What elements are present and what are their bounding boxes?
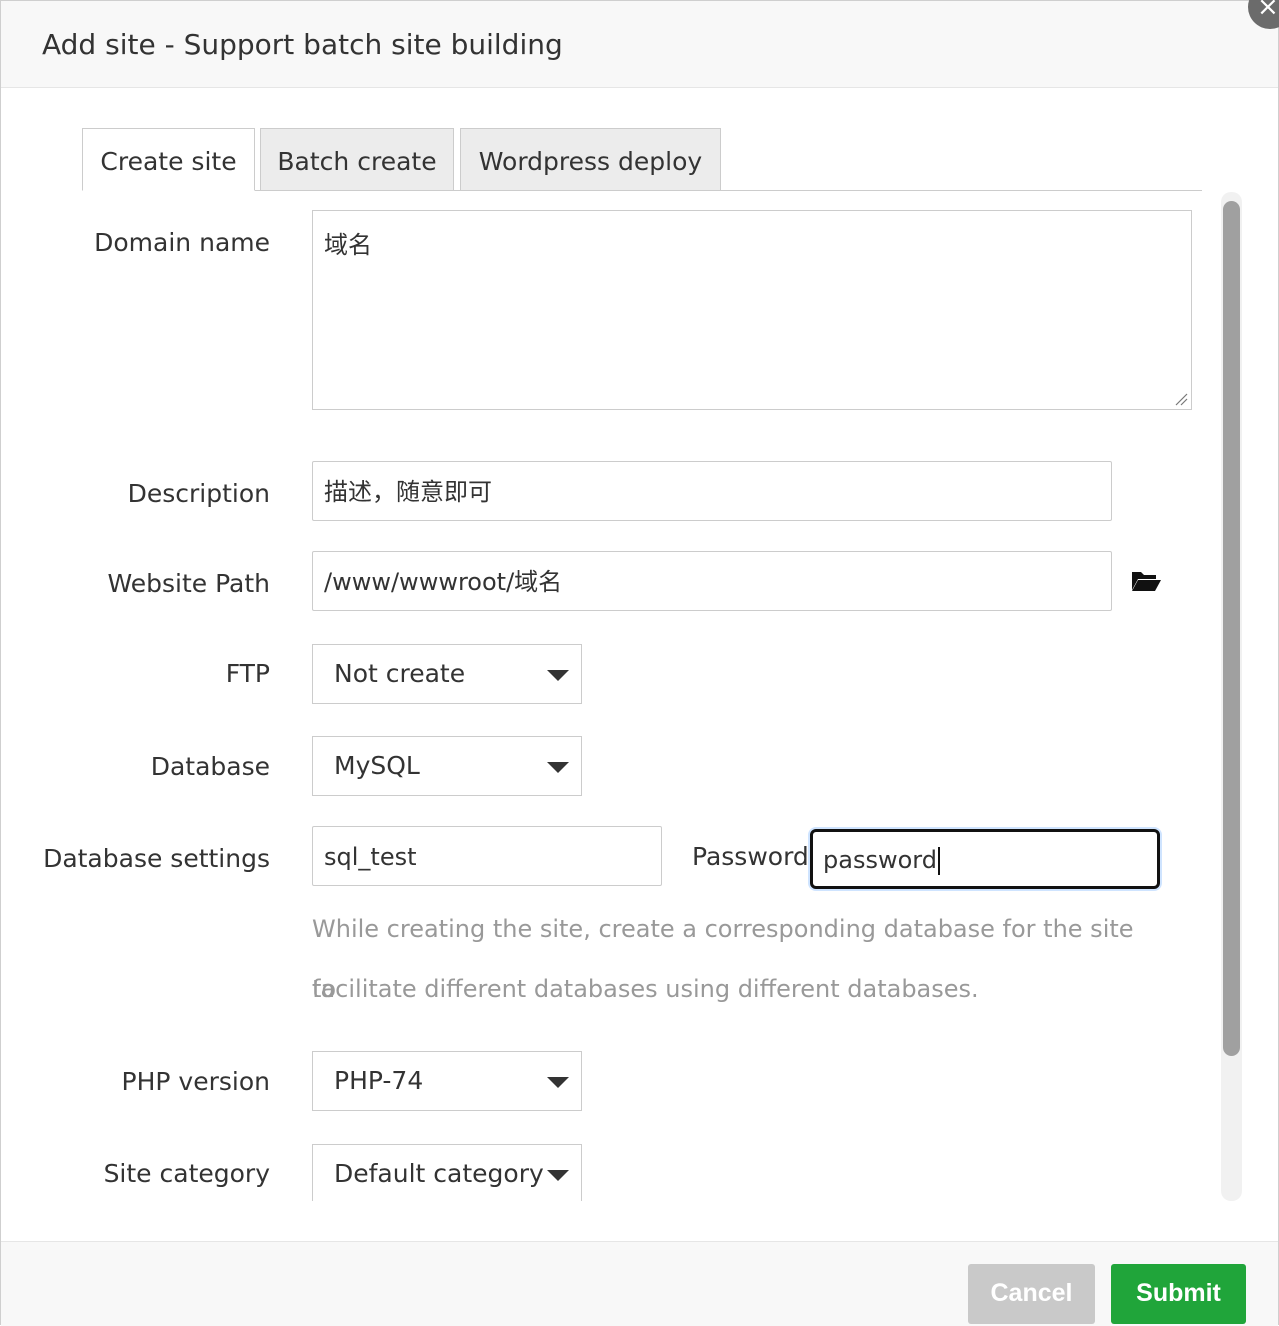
scrollbar-thumb[interactable]: [1223, 201, 1240, 1056]
chevron-down-icon: [547, 670, 569, 681]
password-label: Password: [692, 842, 809, 871]
password-value: password: [823, 846, 937, 874]
domain-name-textarea[interactable]: 域名: [312, 210, 1192, 410]
database-settings-label: Database settings: [43, 844, 270, 873]
password-input[interactable]: password: [810, 829, 1160, 889]
tab-create-site[interactable]: Create site: [82, 128, 255, 191]
dialog-title: Add site - Support batch site building: [42, 28, 563, 61]
domain-name-label: Domain name: [94, 228, 270, 257]
site-category-label: Site category: [103, 1159, 270, 1188]
site-category-select[interactable]: Default category: [312, 1144, 582, 1201]
php-version-label: PHP version: [121, 1067, 270, 1096]
tab-batch-create[interactable]: Batch create: [260, 128, 454, 191]
dialog-header: Add site - Support batch site building: [1, 1, 1278, 88]
text-caret: [937, 847, 940, 875]
website-path-label: Website Path: [107, 569, 270, 598]
tab-wordpress-deploy[interactable]: Wordpress deploy: [460, 128, 721, 191]
chevron-down-icon: [547, 1077, 569, 1088]
database-select[interactable]: MySQL: [312, 736, 582, 796]
ftp-select-value: Not create: [334, 659, 466, 688]
resize-handle-icon[interactable]: [1174, 392, 1188, 406]
database-help-line-2: facilitate different databases using dif…: [312, 975, 979, 1003]
chevron-down-icon: [547, 1170, 569, 1181]
ftp-label: FTP: [225, 659, 270, 688]
site-category-value: Default category: [334, 1159, 544, 1188]
php-version-select[interactable]: PHP-74: [312, 1051, 582, 1111]
folder-open-icon[interactable]: [1130, 568, 1162, 594]
cancel-button[interactable]: Cancel: [968, 1264, 1095, 1324]
database-label: Database: [150, 752, 270, 781]
chevron-down-icon: [547, 762, 569, 773]
database-name-input[interactable]: sql_test: [312, 826, 662, 886]
website-path-input[interactable]: /www/wwwroot/域名: [312, 551, 1112, 611]
add-site-dialog: Add site - Support batch site building ×…: [0, 0, 1279, 1326]
description-label: Description: [127, 479, 270, 508]
database-select-value: MySQL: [334, 751, 420, 780]
php-version-value: PHP-74: [334, 1066, 424, 1095]
description-input[interactable]: 描述，随意即可: [312, 461, 1112, 521]
domain-name-value: 域名: [324, 231, 372, 259]
submit-button[interactable]: Submit: [1111, 1264, 1246, 1324]
tab-bar: Create site Batch create Wordpress deplo…: [82, 128, 1202, 191]
ftp-select[interactable]: Not create: [312, 644, 582, 704]
